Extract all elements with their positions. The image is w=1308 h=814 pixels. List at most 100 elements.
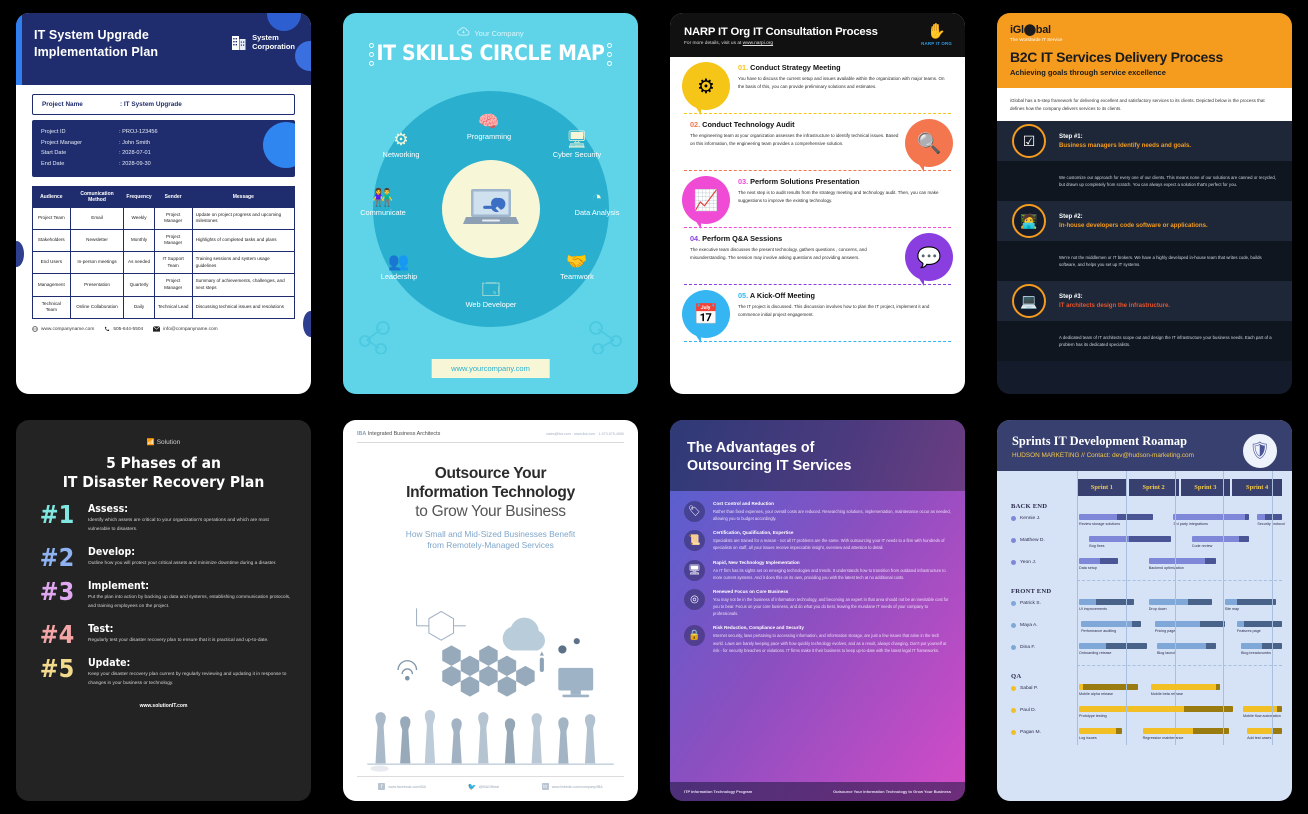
gantt-bar[interactable] bbox=[1154, 621, 1225, 627]
advantage-text: Rapid, New Technology Implementation An I… bbox=[713, 560, 951, 581]
gantt-task-label: Backend optimization bbox=[1148, 566, 1184, 570]
gantt-bar[interactable] bbox=[1079, 728, 1123, 734]
phase-title: Develop: bbox=[88, 545, 136, 558]
gantt-bar[interactable] bbox=[1081, 621, 1141, 627]
step-label: Step #3: bbox=[1059, 293, 1083, 301]
gantt-bar[interactable] bbox=[1224, 599, 1276, 605]
advantage-3[interactable]: 🖥 Rapid, New Technology Implementation An … bbox=[684, 559, 951, 581]
advantage-1[interactable]: 🏷 Cost Control and Reduction Rather than f… bbox=[684, 501, 951, 522]
social-linkedin[interactable]: in www.linkedin.com/company/IBA bbox=[541, 783, 603, 790]
gantt-bar[interactable] bbox=[1142, 728, 1229, 734]
step-heading: Step #3: IT architects design the infrast… bbox=[1059, 293, 1170, 309]
gantt-bar[interactable] bbox=[1079, 514, 1153, 520]
step-headline: Business managers Identify needs and goa… bbox=[1059, 142, 1192, 150]
gantt-bar[interactable] bbox=[1079, 684, 1139, 690]
gantt-bar[interactable] bbox=[1079, 558, 1118, 564]
process-step-05[interactable]: 📅 05. A Kick-Off Meeting The IT project is… bbox=[670, 285, 965, 343]
step-body: A dedicated team of IT architects scope … bbox=[1059, 334, 1272, 348]
gantt-bar[interactable] bbox=[1243, 706, 1282, 712]
advantage-4[interactable]: ◎ Renewed Focus on Core Business You may n… bbox=[684, 588, 951, 617]
step-number: 03. bbox=[738, 177, 751, 186]
phase-body: Keep your disaster recovery plan current… bbox=[88, 672, 287, 687]
person-name: Pagan M. bbox=[1020, 730, 1041, 735]
advantage-body: Specialists are trained for a reason - n… bbox=[713, 538, 945, 551]
phase-title: Update: bbox=[88, 657, 131, 670]
step-heading: Step #2: In-house developers code softwar… bbox=[1059, 213, 1208, 229]
gantt-group-divider bbox=[1077, 665, 1282, 666]
phase-5[interactable]: #5 Update: Keep your disaster recovery pla… bbox=[36, 657, 291, 688]
advantage-body: An IT firm has its sights set on emergin… bbox=[713, 567, 946, 580]
footer-phone[interactable]: 505-644-5504 bbox=[104, 326, 143, 332]
card-outsource-it-cover[interactable]: IBA Integrated Business Architects sales… bbox=[343, 420, 638, 801]
card5-website[interactable]: www.solutionIT.com bbox=[36, 703, 291, 709]
card-advantages-outsourcing[interactable]: The Advantages of Outsourcing IT Service… bbox=[670, 420, 965, 801]
card-iglobal-b2c-delivery[interactable]: iGl⬤bal The Worldwide IT Service B2C IT … bbox=[997, 13, 1292, 394]
card2-url[interactable]: www.yourcompany.com bbox=[431, 359, 550, 378]
phase-2[interactable]: #2 Develop: Outline how you will protect y… bbox=[36, 545, 291, 570]
skill-data-analysis[interactable]: ◔ Data Analysis bbox=[559, 189, 635, 217]
envelope-icon bbox=[153, 326, 161, 332]
skill-label: Programming bbox=[466, 132, 512, 141]
delivery-step-1[interactable]: Step #1: Business managers Identify needs… bbox=[997, 121, 1292, 162]
skill-leadership[interactable]: 👥 Leadership bbox=[361, 253, 437, 281]
card5-title-line2: IT Disaster Recovery Plan bbox=[62, 473, 265, 492]
gantt-bar[interactable] bbox=[1173, 514, 1250, 520]
delivery-step-3[interactable]: Step #3: IT architects design the infrast… bbox=[997, 281, 1292, 322]
table-cell: Training sessions and system usage guide… bbox=[191, 251, 296, 275]
card-narp-consultation-process[interactable]: NARP IT Org IT Consultation Process For … bbox=[670, 13, 965, 394]
phase-text: Assess: Identify which assets are critica… bbox=[88, 503, 291, 534]
skill-programming[interactable]: 🧠 Programming bbox=[451, 113, 527, 141]
gantt-group-title: BACK END bbox=[1011, 503, 1048, 510]
gantt-bar[interactable] bbox=[1079, 643, 1147, 649]
gantt-bar[interactable] bbox=[1089, 536, 1172, 542]
phase-4[interactable]: #4 Test: Regularly test your disaster reco… bbox=[36, 622, 291, 647]
card6-brand-name: Integrated Business Architects bbox=[367, 431, 441, 437]
gantt-bar[interactable] bbox=[1247, 728, 1282, 734]
social-facebook[interactable]: f www.facebook.com/IBA bbox=[378, 783, 426, 790]
card3-subtitle-link[interactable]: www.narpi.org bbox=[743, 41, 773, 46]
card-it-system-upgrade[interactable]: IT System Upgrade Implementation Plan Sy… bbox=[16, 13, 311, 394]
gantt-bar[interactable] bbox=[1236, 621, 1282, 627]
gantt-bar[interactable] bbox=[1156, 643, 1217, 649]
developer-desk-icon: 🧑‍💻 bbox=[1012, 204, 1046, 239]
process-step-01[interactable]: ⚙ 01. Conduct Strategy Meeting You have to… bbox=[670, 57, 965, 115]
gantt-row: Dina F. Onboarding release Blog launch Blog… bbox=[1007, 643, 1282, 660]
gantt-bar[interactable] bbox=[1148, 599, 1213, 605]
gantt-bar-remaining bbox=[1245, 514, 1250, 520]
card-it-skills-circle-map[interactable]: Your Company IT SKILLS CIRCLE MAP 🧠 Progr… bbox=[343, 13, 638, 394]
skill-cyber-security[interactable]: 🖥 Cyber Security bbox=[539, 131, 615, 159]
gantt-row: Maya A. Performance auditing Pricing page F… bbox=[1007, 621, 1282, 638]
advantage-2[interactable]: 📜 Certification, Qualification, Expertise… bbox=[684, 530, 951, 552]
gantt-person: Sabal P. bbox=[1007, 684, 1077, 691]
phase-3[interactable]: #3 Implement: Put the plan into action by … bbox=[36, 580, 291, 611]
gantt-bar-remaining bbox=[1082, 684, 1139, 690]
card-sprints-roadmap[interactable]: Sprints IT Development Roamap HUDSON MAR… bbox=[997, 420, 1292, 801]
footer-website[interactable]: www.companyname.com bbox=[32, 326, 94, 332]
skill-teamwork[interactable]: 🤝 Teamwork bbox=[539, 253, 615, 281]
table-cell: Newsletter bbox=[69, 228, 125, 253]
gantt-bar-remaining bbox=[1216, 684, 1221, 690]
skill-communicate[interactable]: 👫 Communicate bbox=[345, 189, 421, 217]
gantt-bar[interactable] bbox=[1148, 558, 1217, 564]
gantt-bar[interactable] bbox=[1241, 643, 1282, 649]
footer-email[interactable]: info@companyname.com bbox=[153, 326, 218, 332]
social-twitter[interactable]: 🐦 @IBAOfficial bbox=[468, 783, 499, 791]
card4-intro: iGlobal has a 5-step framework for deliv… bbox=[997, 88, 1292, 122]
gantt-bar[interactable] bbox=[1079, 706, 1233, 712]
gantt-gridline bbox=[1125, 471, 1127, 745]
gantt-bar[interactable] bbox=[1150, 684, 1221, 690]
delivery-step-2[interactable]: Step #2: In-house developers code softwar… bbox=[997, 201, 1292, 242]
process-step-02[interactable]: 🔍 02. Conduct Technology Audit The enginee… bbox=[670, 114, 965, 172]
skill-web-developer[interactable]: 🗔 Web Developer bbox=[453, 281, 529, 309]
skill-networking[interactable]: ⚙ Networking bbox=[363, 131, 439, 159]
gantt-bar[interactable] bbox=[1257, 514, 1282, 520]
skill-label: Communicate bbox=[360, 208, 406, 217]
process-step-03[interactable]: 📈 03. Perform Solutions Presentation The n… bbox=[670, 171, 965, 229]
card-disaster-recovery-phases[interactable]: 📶 Solution 5 Phases of an IT Disaster Re… bbox=[16, 420, 311, 801]
process-step-04[interactable]: 💬 04. Perform Q&A Sessions The executive t… bbox=[670, 228, 965, 286]
gantt-bar[interactable] bbox=[1191, 536, 1250, 542]
advantage-5[interactable]: 🔒 Risk Reduction, Compliance and Security… bbox=[684, 625, 951, 653]
phase-1[interactable]: #1 Assess: Identify which assets are criti… bbox=[36, 503, 291, 534]
person-dot bbox=[1011, 560, 1016, 565]
gantt-task-label: Drop down bbox=[1148, 607, 1167, 611]
